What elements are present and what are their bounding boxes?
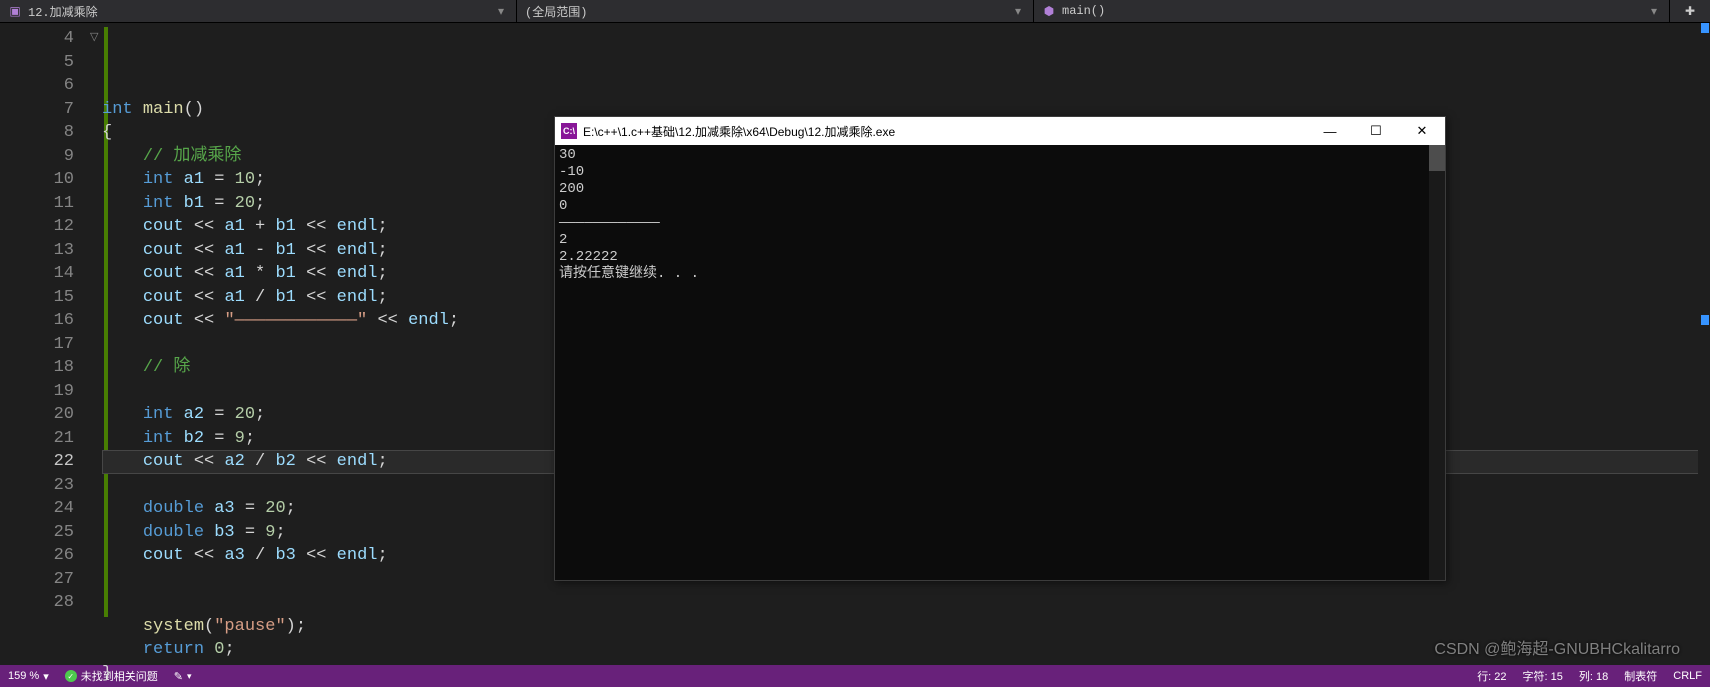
code-line [102,591,1710,615]
zoom-text: 159 % [8,670,39,682]
code-line: } [102,662,1710,686]
dropdown-icon[interactable]: ▾ [494,4,508,19]
fold-icon[interactable]: ▽ [90,30,98,44]
function-dropdown[interactable]: ⬢ main() ▾ [1034,0,1670,22]
split-icon: ✚ [1685,4,1695,19]
split-button[interactable]: ✚ [1670,0,1710,22]
file-name: 12.加减乘除 [28,3,98,20]
dropdown-icon[interactable]: ▾ [1011,4,1025,19]
scope-label: (全局范围) [525,3,587,20]
scope-dropdown[interactable]: (全局范围) ▾ [517,0,1034,22]
maximize-button[interactable]: ☐ [1353,117,1399,145]
line-number-gutter: 4567891011121314151617181920212223242526… [0,23,88,666]
zoom-level[interactable]: 159 % ▾ [0,670,57,683]
navigation-bar: ▣ 12.加减乘除 ▾ (全局范围) ▾ ⬢ main() ▾ ✚ [0,0,1710,23]
scrollbar-thumb[interactable] [1429,145,1445,171]
console-text: 30-102000————————————22.22222请按任意键继续. . … [559,147,1441,283]
watermark: CSDN @鲍海超-GNUBHCkalitarro [1434,635,1680,659]
console-window[interactable]: C:\ E:\c++\1.c++基础\12.加减乘除\x64\Debug\12.… [554,116,1446,581]
scroll-marker [1701,23,1709,33]
cpp-file-icon: ▣ [8,4,22,18]
close-button[interactable]: ✕ [1399,117,1445,145]
dropdown-icon[interactable]: ▾ [1647,4,1661,19]
check-icon: ✓ [65,670,77,682]
minimize-button[interactable]: — [1307,117,1353,145]
file-tab[interactable]: ▣ 12.加减乘除 ▾ [0,0,517,22]
function-name: main() [1062,4,1105,18]
console-output[interactable]: 30-102000————————————22.22222请按任意键继续. . … [555,145,1445,580]
console-icon: C:\ [561,123,577,139]
console-titlebar[interactable]: C:\ E:\c++\1.c++基础\12.加减乘除\x64\Debug\12.… [555,117,1445,145]
function-icon: ⬢ [1042,4,1056,18]
console-scrollbar[interactable] [1429,145,1445,580]
console-title: E:\c++\1.c++基础\12.加减乘除\x64\Debug\12.加减乘除… [583,123,1307,140]
zoom-dropdown-icon: ▾ [43,670,49,683]
folding-margin[interactable]: ▽ [88,23,102,666]
